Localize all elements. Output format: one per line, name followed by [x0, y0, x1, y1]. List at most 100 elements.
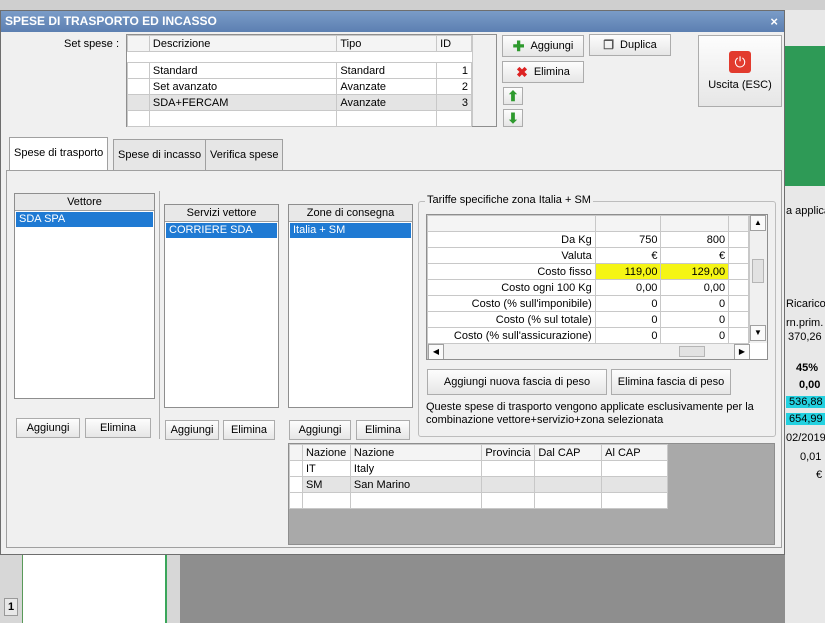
table-row[interactable]	[127, 110, 472, 127]
table-row[interactable]: Costo (% sull'imponibile) 0 0	[427, 295, 749, 312]
table-cell[interactable]: 0	[594, 311, 662, 328]
scroll-thumb[interactable]	[752, 259, 764, 283]
table-row[interactable]: Valuta € €	[427, 247, 749, 264]
table-row[interactable]: Costo fisso 119,00 129,00	[427, 263, 749, 280]
list-item[interactable]: SDA SPA	[16, 212, 153, 227]
table-cell[interactable]: Set avanzato	[148, 78, 338, 95]
elimina-servizio-button[interactable]: Elimina	[223, 420, 275, 440]
aggiungi-set-button[interactable]: ✚ Aggiungi	[502, 35, 584, 57]
column-header	[728, 215, 749, 232]
table-cell[interactable]	[481, 460, 536, 477]
table-row-selected[interactable]: SM San Marino	[289, 476, 668, 493]
table-cell[interactable]: €	[660, 247, 730, 264]
duplica-set-button[interactable]: ❐ Duplica	[589, 34, 671, 56]
table-row-selected[interactable]: SDA+FERCAM Avanzate 3	[127, 94, 472, 111]
tab-verifica-spese[interactable]: Verifica spese	[205, 139, 284, 171]
table-cell[interactable]: SDA+FERCAM	[148, 94, 338, 111]
table-cell[interactable]: IT	[301, 460, 351, 477]
table-row[interactable]: Set avanzato Avanzate 2	[127, 78, 472, 95]
table-row[interactable]	[289, 492, 668, 509]
table-cell[interactable]: Standard	[148, 62, 338, 79]
table-cell[interactable]: 2	[436, 78, 472, 95]
table-cell[interactable]: SM	[301, 476, 351, 493]
table-cell[interactable]: 0,00	[660, 279, 730, 296]
scroll-right-icon[interactable]: ▶	[734, 344, 750, 359]
table-cell[interactable]	[534, 476, 603, 493]
aggiungi-zona-button[interactable]: Aggiungi	[289, 420, 351, 440]
table-cell[interactable]: 750	[594, 231, 662, 248]
aggiungi-fascia-button[interactable]: Aggiungi nuova fascia di peso	[427, 369, 607, 395]
table-cell[interactable]: Standard	[336, 62, 438, 79]
button-label: Duplica	[620, 39, 657, 51]
table-cell[interactable]	[481, 476, 536, 493]
table-row[interactable]: Da Kg 750 800	[427, 231, 749, 248]
table-row[interactable]: Costo (% sul totale) 0 0	[427, 311, 749, 328]
table-cell[interactable]	[728, 327, 749, 344]
table-row[interactable]: Standard Standard 1	[127, 62, 472, 79]
table-cell[interactable]: 0,00	[594, 279, 662, 296]
table-cell[interactable]	[436, 110, 472, 127]
table-cell[interactable]	[601, 476, 668, 493]
table-cell[interactable]: 800	[660, 231, 730, 248]
table-cell[interactable]: Italy	[349, 460, 483, 477]
table-cell[interactable]	[301, 492, 351, 509]
table-cell[interactable]: Avanzate	[336, 78, 438, 95]
elimina-zona-button[interactable]: Elimina	[356, 420, 410, 440]
aggiungi-servizio-button[interactable]: Aggiungi	[165, 420, 219, 440]
table-cell[interactable]: 0	[594, 295, 662, 312]
scroll-up-icon[interactable]: ▲	[750, 215, 766, 231]
list-item[interactable]: CORRIERE SDA	[166, 223, 277, 238]
table-cell[interactable]	[534, 492, 603, 509]
table-cell[interactable]	[148, 110, 338, 127]
table-cell-highlighted[interactable]: 129,00	[660, 263, 730, 280]
tab-spese-di-trasporto[interactable]: Spese di trasporto	[9, 137, 109, 171]
row-label: Costo (% sull'assicurazione)	[427, 327, 596, 344]
table-cell[interactable]	[336, 110, 438, 127]
scroll-down-icon[interactable]: ▼	[750, 325, 766, 341]
table-cell[interactable]: 0	[594, 327, 662, 344]
aggiungi-vettore-button[interactable]: Aggiungi	[16, 418, 80, 438]
table-row[interactable]: Costo (% sull'assicurazione) 0 0	[427, 327, 749, 344]
table-scrollbar[interactable]	[472, 35, 496, 126]
table-cell[interactable]: 0	[660, 327, 730, 344]
table-cell[interactable]	[728, 295, 749, 312]
move-down-button[interactable]: ⬇	[503, 109, 523, 127]
table-cell-highlighted[interactable]: 119,00	[594, 263, 662, 280]
scroll-left-icon[interactable]: ◀	[428, 344, 444, 359]
table-cell[interactable]	[728, 311, 749, 328]
background-row-number[interactable]: 1	[4, 598, 18, 616]
scroll-thumb[interactable]	[679, 346, 705, 357]
list-item[interactable]: Italia + SM	[290, 223, 411, 238]
horizontal-scrollbar[interactable]: ◀ ▶	[427, 343, 750, 359]
table-cell[interactable]	[481, 492, 536, 509]
table-cell[interactable]	[728, 263, 749, 280]
table-cell[interactable]	[728, 231, 749, 248]
table-row[interactable]: IT Italy	[289, 460, 668, 477]
elimina-set-button[interactable]: ✖ Elimina	[502, 61, 584, 83]
vertical-scrollbar[interactable]: ▲ ▼	[749, 215, 767, 343]
table-cell[interactable]	[534, 460, 603, 477]
vettore-list[interactable]: Vettore SDA SPA	[14, 193, 155, 399]
table-cell[interactable]	[728, 279, 749, 296]
servizi-list[interactable]: Servizi vettore CORRIERE SDA	[164, 204, 279, 408]
move-up-button[interactable]: ⬆	[503, 87, 523, 105]
tab-spese-di-incasso[interactable]: Spese di incasso	[113, 139, 207, 171]
table-cell[interactable]: €	[594, 247, 662, 264]
dialog-titlebar: SPESE DI TRASPORTO ED INCASSO ×	[1, 11, 784, 32]
table-row[interactable]: Costo ogni 100 Kg 0,00 0,00	[427, 279, 749, 296]
table-cell[interactable]	[728, 247, 749, 264]
table-cell[interactable]	[349, 492, 483, 509]
zone-list[interactable]: Zone di consegna Italia + SM	[288, 204, 413, 408]
table-cell[interactable]: Avanzate	[336, 94, 438, 111]
table-cell[interactable]: 0	[660, 311, 730, 328]
table-cell[interactable]	[601, 492, 668, 509]
uscita-button[interactable]: ⏻ Uscita (ESC)	[698, 35, 782, 107]
elimina-vettore-button[interactable]: Elimina	[85, 418, 151, 438]
table-cell[interactable]	[601, 460, 668, 477]
table-cell[interactable]: San Marino	[349, 476, 483, 493]
elimina-fascia-button[interactable]: Elimina fascia di peso	[611, 369, 731, 395]
close-icon[interactable]: ×	[770, 11, 778, 32]
table-cell[interactable]: 1	[436, 62, 472, 79]
table-cell[interactable]: 3	[436, 94, 472, 111]
table-cell[interactable]: 0	[660, 295, 730, 312]
